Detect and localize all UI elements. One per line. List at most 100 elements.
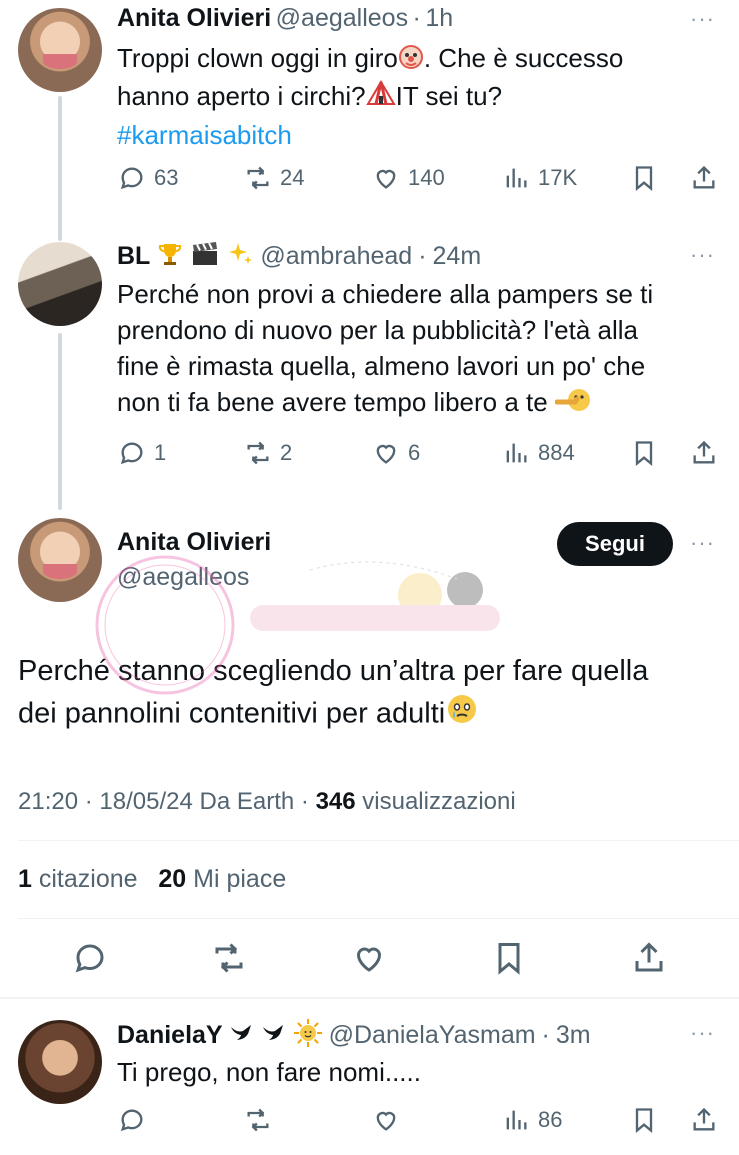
reply-button[interactable] xyxy=(72,940,108,976)
more-icon[interactable]: ··· xyxy=(690,530,715,556)
author-name[interactable]: BL xyxy=(117,242,150,271)
retweet-count: 24 xyxy=(280,165,305,190)
views-icon xyxy=(506,168,527,188)
quotes-count: 1 xyxy=(18,865,32,893)
bookmark-icon xyxy=(635,166,653,191)
quotes-stat[interactable]: 1 citazione xyxy=(18,865,138,893)
author-name[interactable]: Anita Olivieri xyxy=(117,4,271,32)
views-icon xyxy=(506,443,527,463)
avatar[interactable] xyxy=(18,8,102,92)
separator-dot: · xyxy=(412,4,421,32)
views-count: 884 xyxy=(538,440,575,465)
reply-count: 1 xyxy=(154,440,167,465)
likes-count: 20 xyxy=(158,865,187,893)
reply-icon xyxy=(120,442,143,465)
tweet-text-line: . Che è successo xyxy=(423,43,624,73)
retweet-button[interactable]: 24 xyxy=(244,164,304,192)
share-button[interactable] xyxy=(690,1106,718,1134)
share-icon xyxy=(693,1107,715,1131)
more-icon[interactable]: ··· xyxy=(690,242,715,268)
sparkles-emoji-icon xyxy=(226,240,254,273)
tweet-stats: 1 citazione 20 Mi piace xyxy=(18,865,286,894)
sun-emoji-icon xyxy=(293,1018,323,1053)
tweet-text-line: IT sei tu? xyxy=(395,81,503,112)
share-button[interactable] xyxy=(690,439,718,467)
like-button[interactable] xyxy=(372,1106,400,1134)
tweet-text-line: Perché non provi a chiedere alla pampers… xyxy=(117,279,654,309)
circus-tent-emoji-icon xyxy=(365,79,396,117)
bookmark-button[interactable] xyxy=(630,1106,658,1134)
thread-line xyxy=(58,96,62,241)
reply-count: 63 xyxy=(154,165,179,190)
author-handle[interactable]: @DanielaYasmam xyxy=(329,1021,536,1050)
tweet-header: BL @ambrahead · 24m xyxy=(117,240,481,273)
views-label: visualizzazioni xyxy=(362,788,516,815)
divider xyxy=(0,997,739,999)
tweet-date[interactable]: 18/05/24 xyxy=(99,788,192,815)
tweet-text-line: non ti fa bene avere tempo libero a te xyxy=(117,387,548,417)
views-button[interactable]: 884 xyxy=(502,439,575,467)
like-button[interactable]: 140 xyxy=(372,164,445,192)
shushing-face-emoji-icon xyxy=(554,386,591,423)
share-icon xyxy=(635,942,663,972)
tweet-text: Perché stanno scegliendo un’altra per fa… xyxy=(18,650,733,738)
bird-emoji-icon xyxy=(261,1021,287,1050)
share-icon xyxy=(693,165,715,189)
bookmark-icon xyxy=(635,441,653,466)
retweet-button[interactable] xyxy=(211,940,247,976)
views-count: 17K xyxy=(538,165,578,190)
reply-button[interactable]: 1 xyxy=(118,439,166,467)
views-icon xyxy=(506,1110,527,1130)
tweet-time[interactable]: 21:20 xyxy=(18,788,78,815)
bookmark-button[interactable] xyxy=(491,940,527,976)
retweet-icon xyxy=(247,166,269,190)
heart-icon xyxy=(356,947,382,972)
timestamp[interactable]: 3m xyxy=(556,1021,591,1050)
views-button[interactable]: 86 xyxy=(502,1106,562,1134)
author-handle[interactable]: @aegalleos xyxy=(117,563,249,592)
bookmark-icon xyxy=(498,943,520,975)
avatar[interactable] xyxy=(18,518,102,602)
author-name[interactable]: Anita Olivieri xyxy=(117,528,271,557)
retweet-button[interactable]: 2 xyxy=(244,439,292,467)
bookmark-button[interactable] xyxy=(630,164,658,192)
tweet-text-line: fine è rimasta quella, almeno lavori un … xyxy=(117,351,646,381)
divider xyxy=(18,840,739,841)
clown-emoji-icon xyxy=(398,42,424,78)
more-icon[interactable]: ··· xyxy=(690,6,715,32)
follow-button[interactable]: Segui xyxy=(557,522,673,566)
timestamp[interactable]: 1h xyxy=(425,4,453,32)
author-name[interactable]: DanielaY xyxy=(117,1021,223,1050)
tweet-text: Perché non provi a chiedere alla pampers… xyxy=(117,276,727,423)
avatar[interactable] xyxy=(18,1020,102,1104)
tweet-text-line: hanno aperto i circhi? xyxy=(117,81,366,112)
quotes-label: citazione xyxy=(38,865,138,893)
author-handle[interactable]: @ambrahead xyxy=(260,242,412,271)
share-button[interactable] xyxy=(631,940,667,976)
likes-label: Mi piace xyxy=(193,865,287,893)
more-icon[interactable]: ··· xyxy=(690,1020,715,1046)
tweet-header: Anita Olivieri @aegalleos · 1h xyxy=(117,4,453,33)
reply-button[interactable]: 63 xyxy=(118,164,178,192)
bookmark-icon xyxy=(635,1108,653,1133)
reply-icon xyxy=(120,1109,143,1132)
like-button[interactable] xyxy=(351,940,387,976)
avatar[interactable] xyxy=(18,242,102,326)
likes-stat[interactable]: 20 Mi piace xyxy=(158,865,286,893)
retweet-button[interactable] xyxy=(244,1106,272,1134)
hashtag-link[interactable]: #karmaisabitch xyxy=(117,120,292,150)
tweet-text-line: Perché stanno scegliendo un’altra per fa… xyxy=(18,655,649,687)
author-handle[interactable]: @aegalleos xyxy=(276,4,408,32)
bookmark-button[interactable] xyxy=(630,439,658,467)
like-count: 140 xyxy=(408,165,445,190)
like-button[interactable]: 6 xyxy=(372,439,420,467)
share-icon xyxy=(693,440,715,464)
trophy-emoji-icon xyxy=(156,240,184,273)
tweet-header: DanielaY @DanielaYasmam · 3m xyxy=(117,1018,591,1053)
share-button[interactable] xyxy=(690,164,718,192)
views-button[interactable]: 17K xyxy=(502,164,577,192)
views-count: 346 xyxy=(315,788,356,815)
reply-button[interactable] xyxy=(118,1106,146,1134)
like-count: 6 xyxy=(408,440,421,465)
timestamp[interactable]: 24m xyxy=(433,242,482,271)
